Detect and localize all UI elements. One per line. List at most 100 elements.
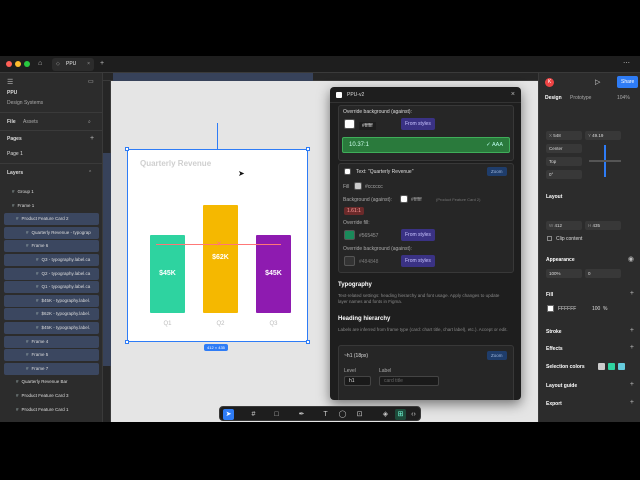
zoom-button[interactable]: Zoom (487, 167, 507, 176)
clip-content-checkbox[interactable] (547, 236, 552, 241)
frame-tool-icon[interactable]: # (248, 409, 259, 420)
add-layout-guide-icon[interactable]: + (630, 381, 634, 388)
rectangle-tool-icon[interactable]: □ (271, 409, 282, 420)
zoom-window-button[interactable] (24, 61, 30, 67)
from-styles-button[interactable]: From styles (401, 255, 435, 267)
layer-row[interactable]: # $45K - typography.label. (4, 294, 99, 307)
play-icon[interactable]: ▷ (595, 78, 600, 86)
corner-radius-field[interactable]: 0 (585, 269, 621, 278)
file-tab[interactable]: ◇ PPU × (52, 58, 94, 71)
fill-hex[interactable]: FFFFFF (558, 306, 576, 312)
opacity-field[interactable]: 100% (546, 269, 582, 278)
override-bg-swatch-2[interactable] (344, 256, 355, 266)
layer-row[interactable]: # Product Feature Card 3 (4, 390, 99, 402)
home-icon[interactable]: ⌂ (38, 59, 42, 69)
search-icon[interactable]: ⌕ (88, 119, 91, 126)
layer-row[interactable]: # Q2 - typography.label.ca (4, 267, 99, 280)
fill-opacity[interactable]: 100 (592, 306, 600, 312)
clip-content-label[interactable]: Clip content (556, 236, 582, 242)
text-item-checkbox[interactable] (344, 168, 351, 175)
add-export-icon[interactable]: + (630, 399, 634, 406)
resize-handle-tr[interactable] (306, 147, 310, 151)
tab-file[interactable]: File (7, 119, 16, 126)
share-button[interactable]: Share (617, 76, 639, 88)
layer-row[interactable]: # $62K - typography.label. (4, 308, 99, 321)
override-bg-hex[interactable]: #ffffff (359, 122, 376, 130)
bar-q2[interactable]: $62K (203, 205, 238, 313)
layer-row[interactable]: # Group 1 (4, 186, 99, 198)
actions-tool-icon[interactable]: ⊡ (354, 409, 365, 420)
avatar[interactable]: K (545, 78, 554, 87)
tab-design[interactable]: Design (545, 95, 562, 101)
from-styles-button[interactable]: From styles (401, 118, 435, 130)
selection-color-swatch[interactable] (618, 363, 625, 370)
card-title[interactable]: Quarterly Revenue (140, 159, 211, 168)
layer-row[interactable]: # Product Feature Card 2 (4, 213, 99, 226)
collapse-layers-icon[interactable]: ⌃ (88, 170, 92, 177)
sidebar-toggle-icon[interactable]: ▭ (88, 79, 94, 86)
pen-tool-icon[interactable]: ✒ (296, 409, 307, 420)
layer-row[interactable]: # Frame 7 (4, 362, 99, 375)
align-vertical-select[interactable]: Top (546, 157, 582, 166)
bar-q3[interactable]: $45K (256, 234, 291, 313)
page-item[interactable]: Page 1 (7, 151, 23, 158)
visibility-icon[interactable]: ◉ (628, 255, 634, 263)
zoom-button[interactable]: Zoom (487, 351, 507, 360)
level-select[interactable]: h1 (344, 376, 371, 386)
layer-row[interactable]: # Frame 6 (4, 240, 99, 253)
add-fill-icon[interactable]: + (630, 290, 634, 297)
override-fill-swatch[interactable] (344, 230, 355, 240)
layer-row[interactable]: # $45K - typography.label. (4, 322, 99, 334)
override-fill-hex[interactable]: #565457 (359, 233, 378, 239)
plugin-tool-icon[interactable]: ⊞ (395, 409, 406, 420)
layer-row[interactable]: # Quarterly Revenue - typograp (4, 226, 99, 239)
file-name[interactable]: PPU (7, 90, 17, 97)
tab-assets[interactable]: Assets (23, 119, 38, 126)
more-icon[interactable]: ⋯ (623, 59, 630, 69)
height-value[interactable]: 435 (593, 223, 601, 228)
selection-color-swatch[interactable] (598, 363, 605, 370)
add-page-icon[interactable]: + (90, 135, 94, 142)
label-input[interactable]: card title (379, 376, 439, 386)
text-tool-icon[interactable]: T (320, 409, 331, 420)
layer-row[interactable]: # Quarterly Revenue Bar (4, 376, 99, 388)
resize-handle-tl[interactable] (125, 147, 129, 151)
x-value[interactable]: 548 (553, 133, 561, 138)
from-styles-button[interactable]: From styles (401, 229, 435, 241)
bar-q1[interactable]: $45K (150, 234, 185, 313)
zoom-level[interactable]: 104% (617, 95, 630, 101)
width-value[interactable]: 412 (555, 223, 563, 228)
selection-color-swatch[interactable] (608, 363, 615, 370)
add-stroke-icon[interactable]: + (630, 327, 634, 334)
layer-row[interactable]: # Q3 - typography.label.ca (4, 254, 99, 266)
close-window-button[interactable] (6, 61, 12, 67)
layer-row[interactable]: # Product Feature Card 1 (4, 404, 99, 416)
bg-against-label: Background (against): (343, 197, 392, 203)
new-tab-icon[interactable]: + (100, 59, 104, 69)
product-feature-card[interactable]: Quarterly Revenue $45K Q1 $62K Q2 $45K Q3 ✕ (127, 149, 308, 342)
tab-prototype[interactable]: Prototype (570, 95, 591, 101)
minimize-window-button[interactable] (15, 61, 21, 67)
rotation-field[interactable]: 0° (546, 170, 582, 179)
comment-tool-icon[interactable]: ◯ (337, 409, 348, 420)
move-tool-icon[interactable]: ➤ (223, 409, 234, 420)
main-menu-icon[interactable]: ☰ (7, 79, 13, 86)
override-bg-hex-2[interactable]: #484848 (359, 259, 378, 265)
layer-row[interactable]: # Q1 - typography.label.ca (4, 281, 99, 294)
override-bg-swatch[interactable] (344, 119, 355, 129)
dev-mode-icon[interactable]: ◈ (380, 409, 391, 420)
align-horizontal-select[interactable]: Center (546, 144, 582, 153)
fill-swatch[interactable] (547, 305, 554, 312)
y-value[interactable]: 49.19 (592, 133, 603, 138)
resize-handle-bl[interactable] (125, 340, 129, 344)
code-tool-icon[interactable]: ‹› (408, 409, 419, 420)
add-effect-icon[interactable]: + (630, 344, 634, 351)
constraints-widget[interactable] (589, 145, 621, 177)
layer-row[interactable]: # Frame 1 (4, 200, 99, 212)
layer-row[interactable]: # Frame 5 (4, 349, 99, 362)
contrast-grade: ✓ AAA (486, 142, 503, 148)
close-plugin-icon[interactable]: × (511, 87, 515, 103)
layer-row[interactable]: # Frame 4 (4, 335, 99, 348)
resize-handle-br[interactable] (306, 340, 310, 344)
close-tab-icon[interactable]: × (87, 58, 90, 71)
